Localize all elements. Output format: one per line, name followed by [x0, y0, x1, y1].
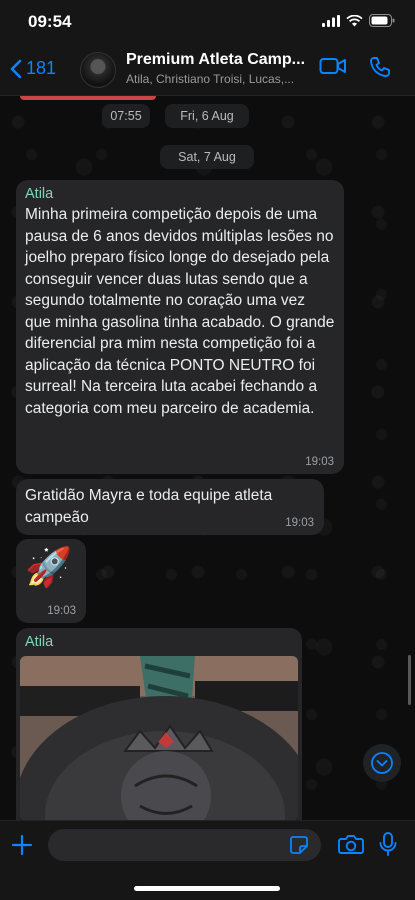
- date-separator: Sat, 7 Aug: [160, 145, 254, 169]
- medal-photo[interactable]: [20, 656, 298, 820]
- medal-photo-drawing: [20, 656, 298, 820]
- wifi-icon: [346, 14, 363, 26]
- back-chevron-icon: [10, 59, 22, 78]
- group-avatar[interactable]: [80, 52, 116, 88]
- sticker-icon: [290, 836, 308, 854]
- message-time: 19:03: [47, 605, 76, 617]
- signal-icon: [322, 14, 340, 27]
- message-time: 19:03: [285, 517, 314, 529]
- scroll-to-bottom-button[interactable]: [363, 744, 401, 782]
- scroll-down-icon: [371, 752, 393, 774]
- plus-icon: [11, 834, 33, 856]
- rocket-emoji: 🚀: [25, 547, 73, 589]
- chat-title-area[interactable]: Premium Atleta Camp... Atila, Christiano…: [126, 51, 311, 86]
- date-separator: Fri, 6 Aug: [165, 104, 249, 128]
- voice-message-button[interactable]: [378, 831, 398, 862]
- message-bubble[interactable]: 🚀 19:03: [16, 539, 86, 623]
- back-button[interactable]: 181: [10, 58, 56, 79]
- sender-name: Atila: [25, 634, 54, 650]
- message-time-badge: 07:55: [102, 104, 150, 128]
- microphone-icon: [379, 832, 397, 856]
- camera-button[interactable]: [338, 833, 364, 860]
- sender-name: Atila: [25, 186, 54, 202]
- message-bubble[interactable]: Atila Minha primeira competição depois d…: [16, 180, 344, 474]
- attach-button[interactable]: [10, 833, 34, 862]
- video-call-button[interactable]: [319, 56, 347, 81]
- status-bar: 09:54: [0, 0, 415, 44]
- message-text: Minha primeira competição depois de uma …: [25, 206, 335, 417]
- message-time: 19:03: [305, 456, 334, 468]
- unread-count: 181: [26, 58, 57, 78]
- camera-icon: [338, 835, 364, 854]
- scroll-indicator[interactable]: [408, 655, 411, 705]
- sticker-button[interactable]: [289, 835, 309, 860]
- home-indicator[interactable]: [134, 886, 280, 891]
- phone-icon: [370, 57, 390, 77]
- previous-image-message[interactable]: [20, 96, 156, 100]
- status-icons: [322, 14, 395, 27]
- message-bubble[interactable]: Gratidão Mayra e toda equipe atleta camp…: [16, 479, 324, 535]
- chat-header: 181 Premium Atleta Camp... Atila, Christ…: [0, 44, 415, 96]
- message-text: Gratidão Mayra e toda equipe atleta camp…: [25, 487, 273, 526]
- chat-title: Premium Atleta Camp...: [126, 51, 306, 68]
- message-input[interactable]: [48, 829, 321, 861]
- chat-participants: Atila, Christiano Troisi, Lucas,...: [126, 72, 295, 86]
- voice-call-button[interactable]: [369, 56, 391, 83]
- battery-icon: [369, 14, 395, 27]
- status-time: 09:54: [28, 12, 72, 31]
- video-call-icon: [319, 58, 346, 74]
